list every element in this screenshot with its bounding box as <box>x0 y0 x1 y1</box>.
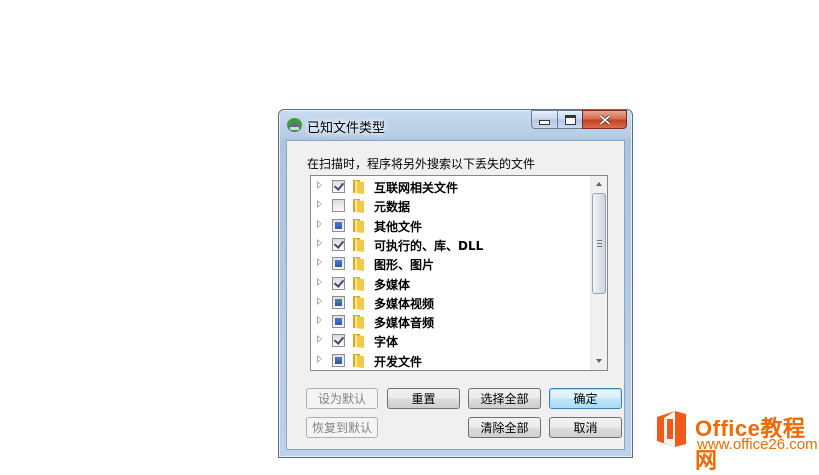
folder-icon <box>353 218 364 233</box>
tree-item-label: 开发文件 <box>374 354 423 369</box>
folder-icon <box>353 237 364 252</box>
scroll-down-icon[interactable] <box>591 353 607 370</box>
tree-item[interactable]: 元数据 <box>311 196 589 215</box>
tree-item-label: 多媒体 <box>374 277 411 292</box>
folder-icon <box>353 315 364 330</box>
tree-item[interactable]: 多媒体 <box>311 274 589 293</box>
expand-arrow-icon[interactable] <box>317 200 322 209</box>
title-bar[interactable]: 已知文件类型 <box>279 110 632 140</box>
tree-item-label: 其他文件 <box>374 219 423 234</box>
minimize-icon <box>539 120 550 125</box>
expand-arrow-icon[interactable] <box>317 258 322 267</box>
tree-item-label: 多媒体音频 <box>374 316 435 331</box>
item-checkbox[interactable] <box>332 257 345 271</box>
maximize-icon <box>564 114 576 125</box>
folder-icon <box>353 257 364 272</box>
file-type-tree[interactable]: 互联网相关文件 元数据其他文件可执行的、库、DLL 图形、图片多媒体多媒体视频多媒体… <box>310 175 608 371</box>
tree-item[interactable]: 图形、图片 <box>311 254 589 273</box>
tree-item[interactable]: 互联网相关文件 <box>311 177 589 196</box>
select-all-button[interactable]: 选择全部 <box>468 388 541 409</box>
expand-arrow-icon[interactable] <box>317 277 322 286</box>
item-checkbox[interactable] <box>332 315 345 329</box>
expand-arrow-icon[interactable] <box>317 296 322 305</box>
tree-item[interactable]: 可执行的、库、DLL <box>311 235 589 254</box>
maximize-button[interactable] <box>557 110 583 129</box>
scroll-thumb[interactable] <box>592 193 606 294</box>
close-button[interactable] <box>582 110 627 129</box>
close-icon <box>599 114 610 125</box>
window-title: 已知文件类型 <box>307 121 386 136</box>
expand-arrow-icon[interactable] <box>317 354 322 363</box>
watermark-url: www.office26.com <box>697 436 818 453</box>
known-file-types-dialog: 已知文件类型 在扫描时，程序将另外搜索以下丢失的文件 互联网相关文件 元数据其他文… <box>278 109 633 458</box>
grip-icon <box>597 240 602 249</box>
tree-item-label: 元数据 <box>374 200 411 215</box>
dialog-body: 在扫描时，程序将另外搜索以下丢失的文件 互联网相关文件 元数据其他文件可执行的、库… <box>286 140 625 450</box>
folder-icon <box>353 199 364 214</box>
tree-item[interactable]: 其他文件 <box>311 216 589 235</box>
expand-arrow-icon[interactable] <box>317 181 322 189</box>
item-checkbox[interactable] <box>332 199 345 213</box>
tree-item-label: 可执行的、库、DLL <box>374 238 484 253</box>
folder-icon <box>353 180 364 194</box>
item-checkbox[interactable] <box>332 218 345 232</box>
cancel-button[interactable]: 取消 <box>549 417 622 438</box>
restore-default-button[interactable]: 恢复到默认 <box>306 417 378 438</box>
vertical-scrollbar[interactable] <box>590 176 607 370</box>
item-checkbox[interactable] <box>332 276 345 290</box>
reset-button[interactable]: 重置 <box>387 388 460 409</box>
ok-button[interactable]: 确定 <box>549 388 622 409</box>
folder-icon <box>353 295 364 310</box>
expand-arrow-icon[interactable] <box>317 335 322 344</box>
folder-icon <box>353 276 364 291</box>
tree-item-label: 字体 <box>374 335 399 350</box>
minimize-button[interactable] <box>531 110 558 129</box>
clear-all-button[interactable]: 清除全部 <box>468 417 541 438</box>
item-checkbox[interactable] <box>332 295 345 309</box>
item-checkbox[interactable] <box>332 180 345 193</box>
tree-item-label: 图形、图片 <box>374 258 435 273</box>
instruction-label: 在扫描时，程序将另外搜索以下丢失的文件 <box>307 157 536 171</box>
item-checkbox[interactable] <box>332 334 345 348</box>
expand-arrow-icon[interactable] <box>317 316 322 325</box>
tree-item[interactable]: 开发文件 <box>311 351 589 370</box>
folder-icon <box>353 353 364 368</box>
tree-item-label: 互联网相关文件 <box>374 181 459 195</box>
tree-item[interactable]: 字体 <box>311 331 589 350</box>
tree-item[interactable]: 多媒体音频 <box>311 312 589 331</box>
expand-arrow-icon[interactable] <box>317 238 322 247</box>
scroll-up-icon[interactable] <box>591 176 607 193</box>
item-checkbox[interactable] <box>332 353 345 367</box>
tree-item-label: 多媒体视频 <box>374 296 435 311</box>
tree-item[interactable]: 多媒体视频 <box>311 293 589 312</box>
app-icon <box>287 118 302 132</box>
set-default-button[interactable]: 设为默认 <box>306 388 378 409</box>
expand-arrow-icon[interactable] <box>317 219 322 228</box>
office-logo-icon <box>657 411 686 447</box>
folder-icon <box>353 334 364 349</box>
item-checkbox[interactable] <box>332 237 345 251</box>
